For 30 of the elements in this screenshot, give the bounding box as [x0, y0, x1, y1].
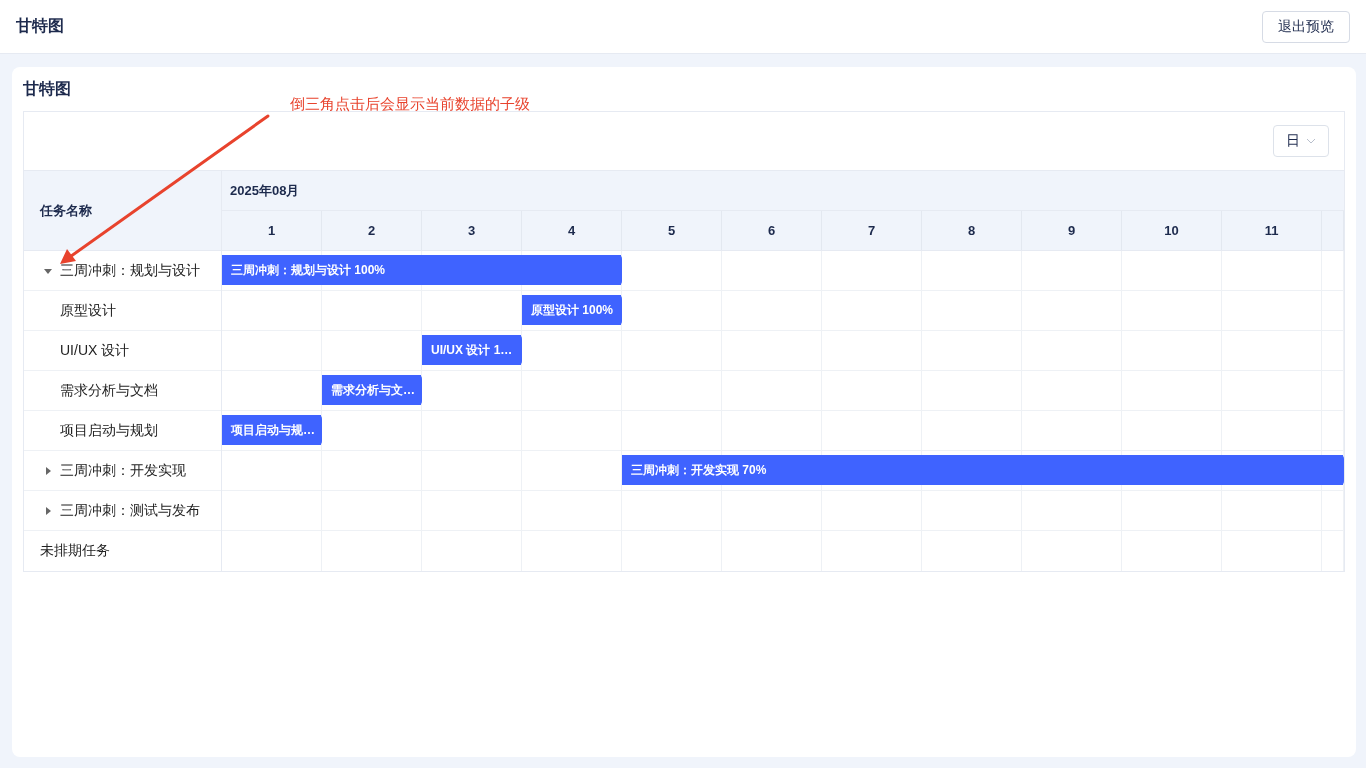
task-name: 未排期任务 [40, 542, 110, 560]
caret-right-icon[interactable] [44, 506, 52, 515]
day-header: 5 [622, 211, 722, 250]
task-name: 需求分析与文档 [60, 381, 158, 400]
caret-down-icon[interactable] [44, 266, 52, 275]
day-header: 9 [1022, 211, 1122, 250]
day-header: 4 [522, 211, 622, 250]
day-header: 10 [1122, 211, 1222, 250]
day-header: 3 [422, 211, 522, 250]
task-name: 三周冲刺：开发实现 [60, 461, 186, 480]
day-header: 6 [722, 211, 822, 250]
day-header: 8 [922, 211, 1022, 250]
task-name: 三周冲刺：规划与设计 [60, 261, 200, 280]
scale-select[interactable]: 日 [1273, 125, 1329, 157]
day-header: 1 [222, 211, 322, 250]
exit-preview-button[interactable]: 退出预览 [1262, 10, 1350, 43]
annotation-text: 倒三角点击后会显示当前数据的子级 [290, 95, 530, 114]
task-name: 原型设计 [60, 301, 116, 320]
task-name: 三周冲刺：测试与发布 [60, 501, 200, 520]
task-name: UI/UX 设计 [60, 341, 130, 360]
caret-right-icon[interactable] [44, 466, 52, 475]
chevron-down-icon [1306, 138, 1316, 144]
day-header: 2 [322, 211, 422, 250]
page-title: 甘特图 [16, 16, 64, 36]
column-header: 任务名称 [24, 170, 221, 251]
card-title: 甘特图 [23, 79, 72, 99]
day-header: 7 [822, 211, 922, 250]
day-header: 11 [1222, 211, 1322, 250]
task-name: 项目启动与规划 [60, 421, 158, 440]
month-header: 2025年08月 [222, 170, 1344, 211]
